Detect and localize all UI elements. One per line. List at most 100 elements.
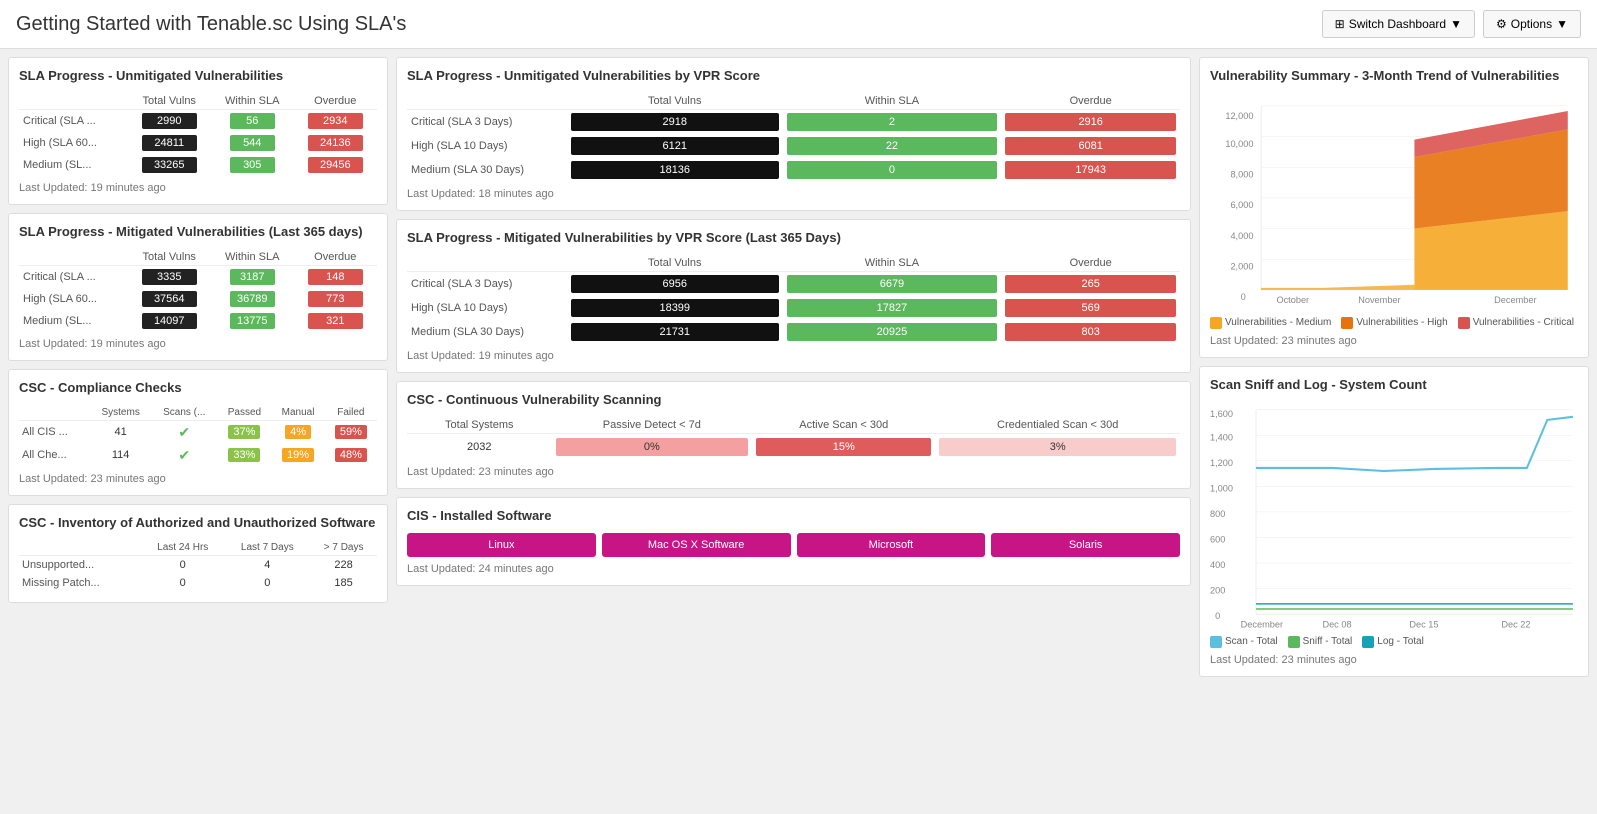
last24-cell: 0 <box>141 555 224 574</box>
svg-text:1,400: 1,400 <box>1210 432 1233 442</box>
microsoft-button[interactable]: Microsoft <box>797 533 986 557</box>
legend-dot-log <box>1362 636 1374 648</box>
left-column: SLA Progress - Unmitigated Vulnerabiliti… <box>8 57 388 677</box>
row-label: Medium (SL... <box>19 310 128 332</box>
svg-text:1,200: 1,200 <box>1210 458 1233 468</box>
passive-cell: 0% <box>552 433 753 460</box>
gt7-cell: 185 <box>310 574 377 592</box>
col-header: Scans (... <box>151 405 217 421</box>
table-row: High (SLA 60... 24811 544 24136 <box>19 132 377 154</box>
scan-cell: ✔ <box>151 420 217 444</box>
failed-cell: 48% <box>325 444 377 467</box>
macosx-button[interactable]: Mac OS X Software <box>602 533 791 557</box>
vpr-unmitigated-title: SLA Progress - Unmitigated Vulnerabiliti… <box>407 68 1180 85</box>
svg-text:2,000: 2,000 <box>1230 261 1253 271</box>
col-header: Manual <box>271 405 324 421</box>
svg-text:October: October <box>1276 295 1309 305</box>
page-title: Getting Started with Tenable.sc Using SL… <box>16 13 406 36</box>
cvs-card: CSC - Continuous Vulnerability Scanning … <box>396 381 1191 489</box>
col-header: Passed <box>217 405 271 421</box>
within-cell: 3187 <box>211 265 294 288</box>
options-button[interactable]: ⚙ Options ▼ <box>1483 10 1581 38</box>
gear-icon: ⚙ <box>1496 17 1507 31</box>
svg-text:November: November <box>1358 295 1400 305</box>
row-label: High (SLA 10 Days) <box>407 296 567 320</box>
table-row: Missing Patch... 0 0 185 <box>19 574 377 592</box>
col-header: Systems <box>90 405 151 421</box>
overdue-cell: 24136 <box>294 132 377 154</box>
last7-cell: 4 <box>224 555 310 574</box>
col-header: Within SLA <box>783 93 1002 110</box>
table-row: All Che... 114 ✔ 33% 19% 48% <box>19 444 377 467</box>
vpr-mitigated-card: SLA Progress - Mitigated Vulnerabilities… <box>396 219 1191 373</box>
legend-medium: Vulnerabilities - Medium <box>1210 317 1331 329</box>
manual-cell: 4% <box>271 420 324 444</box>
row-label: Unsupported... <box>19 555 141 574</box>
sla-unmitigated-title: SLA Progress - Unmitigated Vulnerabiliti… <box>19 68 377 85</box>
svg-text:1,600: 1,600 <box>1210 409 1233 419</box>
overdue-cell: 6081 <box>1001 134 1180 158</box>
table-row: Critical (SLA ... 2990 56 2934 <box>19 109 377 132</box>
total-cell: 33265 <box>128 154 211 176</box>
total-cell: 6956 <box>567 271 783 296</box>
check-icon: ✔ <box>178 424 190 440</box>
within-cell: 20925 <box>783 320 1002 344</box>
svg-text:600: 600 <box>1210 534 1225 544</box>
svg-text:Dec 15: Dec 15 <box>1409 619 1438 629</box>
total-systems: 2032 <box>407 433 552 460</box>
col-header: Overdue <box>1001 93 1180 110</box>
col-header-overdue: Overdue <box>294 93 377 110</box>
within-cell: 2 <box>783 109 1002 134</box>
overdue-cell: 2916 <box>1001 109 1180 134</box>
linux-button[interactable]: Linux <box>407 533 596 557</box>
last-updated: Last Updated: 23 minutes ago <box>19 473 377 485</box>
switch-dashboard-button[interactable]: ⊞ Switch Dashboard ▼ <box>1322 10 1475 38</box>
svg-text:December: December <box>1241 619 1283 629</box>
table-row: All CIS ... 41 ✔ 37% 4% 59% <box>19 420 377 444</box>
row-label: High (SLA 10 Days) <box>407 134 567 158</box>
overdue-cell: 773 <box>294 288 377 310</box>
inventory-title: CSC - Inventory of Authorized and Unauth… <box>19 515 377 532</box>
vuln-summary-title: Vulnerability Summary - 3-Month Trend of… <box>1210 68 1578 85</box>
within-cell: 56 <box>211 109 294 132</box>
total-cell: 21731 <box>567 320 783 344</box>
table-row: Medium (SL... 14097 13775 321 <box>19 310 377 332</box>
vpr-mitigated-table: Total Vulns Within SLA Overdue Critical … <box>407 255 1180 344</box>
chevron-down-icon: ▼ <box>1450 17 1462 31</box>
table-row: High (SLA 10 Days) 6121 22 6081 <box>407 134 1180 158</box>
col-header <box>407 255 567 272</box>
table-row: 2032 0% 15% 3% <box>407 433 1180 460</box>
sla-mitigated-card: SLA Progress - Mitigated Vulnerabilities… <box>8 213 388 361</box>
table-row: Medium (SLA 30 Days) 18136 0 17943 <box>407 158 1180 182</box>
col-header <box>19 405 90 421</box>
row-label: Medium (SLA 30 Days) <box>407 320 567 344</box>
table-row: Critical (SLA 3 Days) 6956 6679 265 <box>407 271 1180 296</box>
svg-text:12,000: 12,000 <box>1225 111 1253 121</box>
table-row: Medium (SL... 33265 305 29456 <box>19 154 377 176</box>
systems-cell: 114 <box>90 444 151 467</box>
svg-text:10,000: 10,000 <box>1225 139 1253 149</box>
svg-text:Dec 08: Dec 08 <box>1322 619 1351 629</box>
systems-cell: 41 <box>90 420 151 444</box>
last7-cell: 0 <box>224 574 310 592</box>
vuln-summary-chart: 0 2,000 4,000 6,000 8,000 10,000 12,000 <box>1210 93 1578 313</box>
cvs-title: CSC - Continuous Vulnerability Scanning <box>407 392 1180 409</box>
scan-chart-svg: 0 200 400 600 800 1,000 1,200 1,400 1,60… <box>1210 402 1578 632</box>
within-cell: 36789 <box>211 288 294 310</box>
col-header: Within SLA <box>783 255 1002 272</box>
svg-text:Dec 22: Dec 22 <box>1501 619 1530 629</box>
grid-icon: ⊞ <box>1335 17 1345 31</box>
total-cell: 2990 <box>128 109 211 132</box>
solaris-button[interactable]: Solaris <box>991 533 1180 557</box>
software-grid: Linux Mac OS X Software Microsoft Solari… <box>407 533 1180 557</box>
total-cell: 18136 <box>567 158 783 182</box>
cred-cell: 3% <box>935 433 1180 460</box>
failed-cell: 59% <box>325 420 377 444</box>
svg-text:800: 800 <box>1210 509 1225 519</box>
top-bar-actions: ⊞ Switch Dashboard ▼ ⚙ Options ▼ <box>1322 10 1581 38</box>
gt7-cell: 228 <box>310 555 377 574</box>
row-label: Medium (SL... <box>19 154 128 176</box>
row-label: Medium (SLA 30 Days) <box>407 158 567 182</box>
row-label: High (SLA 60... <box>19 132 128 154</box>
right-column: Vulnerability Summary - 3-Month Trend of… <box>1199 57 1589 677</box>
